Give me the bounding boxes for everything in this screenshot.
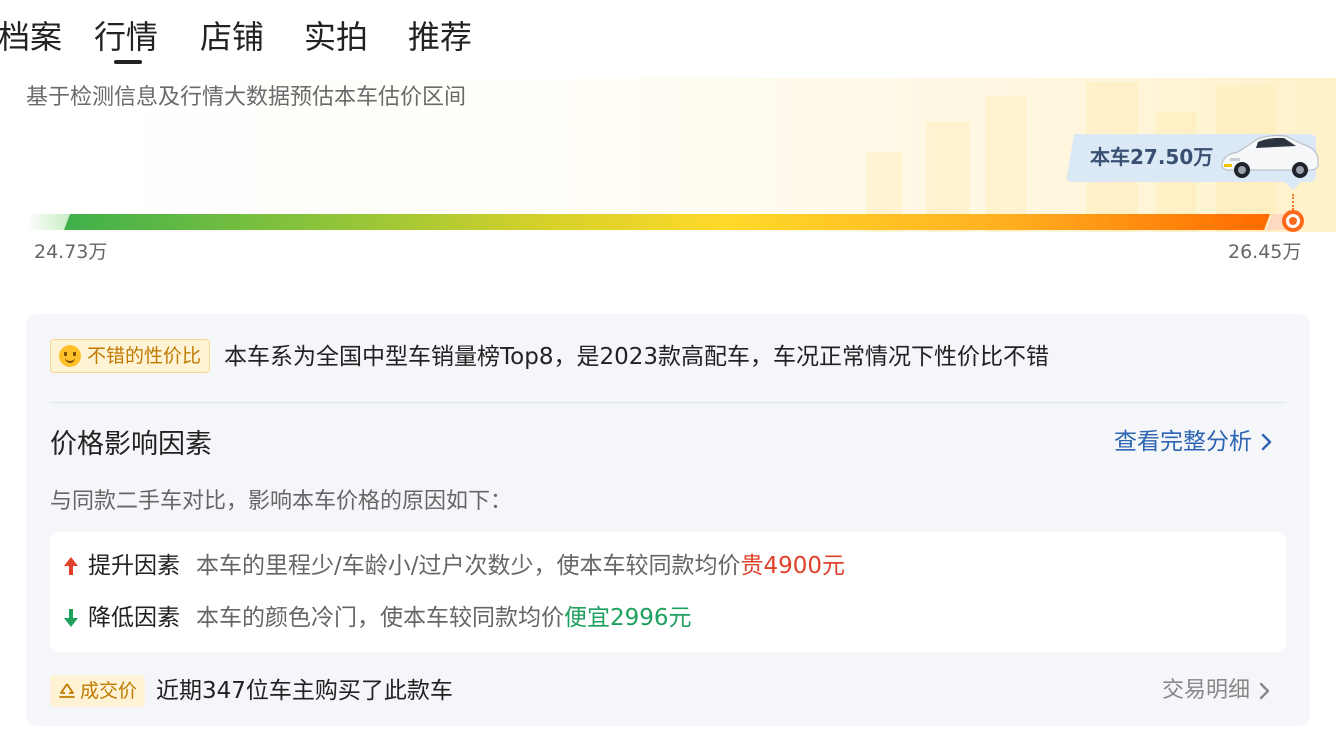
price-max-label: 26.45万 — [1228, 241, 1302, 263]
factor-up-desc: 本车的里程少/车龄小/过户次数少，使本车较同款均价 — [196, 553, 741, 579]
value-badge-label: 不错的性价比 — [87, 345, 202, 367]
price-min-label: 24.73万 — [34, 241, 108, 263]
smile-icon — [59, 345, 81, 367]
transaction-details-link[interactable]: 交易明细 — [1162, 676, 1272, 706]
transaction-details-label: 交易明细 — [1162, 678, 1251, 703]
active-tab-indicator — [114, 60, 142, 64]
factor-down-desc: 本车的颜色冷门，使本车较同款均价 — [196, 605, 564, 631]
value-summary: 本车系为全国中型车销量榜Top8，是2023款高配车，车况正常情况下性价比不错 — [224, 344, 1049, 370]
factors-box — [50, 532, 1286, 652]
price-band-subtitle: 基于检测信息及行情大数据预估本车估价区间 — [26, 85, 467, 110]
full-analysis-label: 查看完整分析 — [1114, 429, 1252, 455]
divider — [50, 402, 1286, 403]
factor-up-value: 贵4900元 — [740, 553, 846, 579]
price-tag-pointer — [1283, 180, 1303, 190]
value-badge: 不错的性价比 — [50, 339, 211, 373]
factor-down-value: 便宜2996元 — [564, 605, 692, 631]
factor-row-up: 提升因素 本车的里程少/车龄小/过户次数少，使本车较同款均价 贵4900元 — [62, 551, 845, 581]
chevron-right-icon — [1261, 433, 1272, 451]
price-analysis-card — [26, 314, 1310, 726]
deal-badge-label: 成交价 — [80, 680, 138, 702]
factor-row-down: 降低因素 本车的颜色冷门，使本车较同款均价 便宜2996元 — [62, 603, 692, 633]
deal-summary: 近期347位车主购买了此款车 — [156, 678, 453, 704]
tab-profile[interactable]: 档案 — [0, 16, 62, 58]
chevron-right-icon — [1259, 682, 1270, 700]
tab-store[interactable]: 店铺 — [200, 16, 264, 58]
factors-title: 价格影响因素 — [50, 429, 212, 460]
factors-description: 与同款二手车对比，影响本车价格的原因如下： — [50, 489, 513, 514]
car-price-marker — [1282, 210, 1304, 232]
tab-bar: 档案 行情 店铺 实拍 推荐 — [0, 0, 1336, 70]
tab-recommend[interactable]: 推荐 — [408, 16, 472, 58]
arrow-up-icon — [64, 557, 78, 575]
price-bar-left-tail — [26, 214, 70, 230]
deal-icon — [59, 683, 75, 698]
tab-market[interactable]: 行情 — [94, 16, 158, 58]
car-icon — [1221, 134, 1319, 178]
car-price-label: 本车27.50万 — [1090, 145, 1214, 169]
price-range-bar — [64, 214, 1270, 230]
deal-price-badge: 成交价 — [50, 675, 146, 707]
tab-photos[interactable]: 实拍 — [304, 16, 368, 58]
full-analysis-link[interactable]: 查看完整分析 — [1114, 427, 1274, 457]
arrow-down-icon — [64, 609, 78, 627]
factor-down-label: 降低因素 — [88, 605, 180, 631]
price-marker-line — [1292, 194, 1294, 210]
factor-up-label: 提升因素 — [88, 553, 180, 579]
